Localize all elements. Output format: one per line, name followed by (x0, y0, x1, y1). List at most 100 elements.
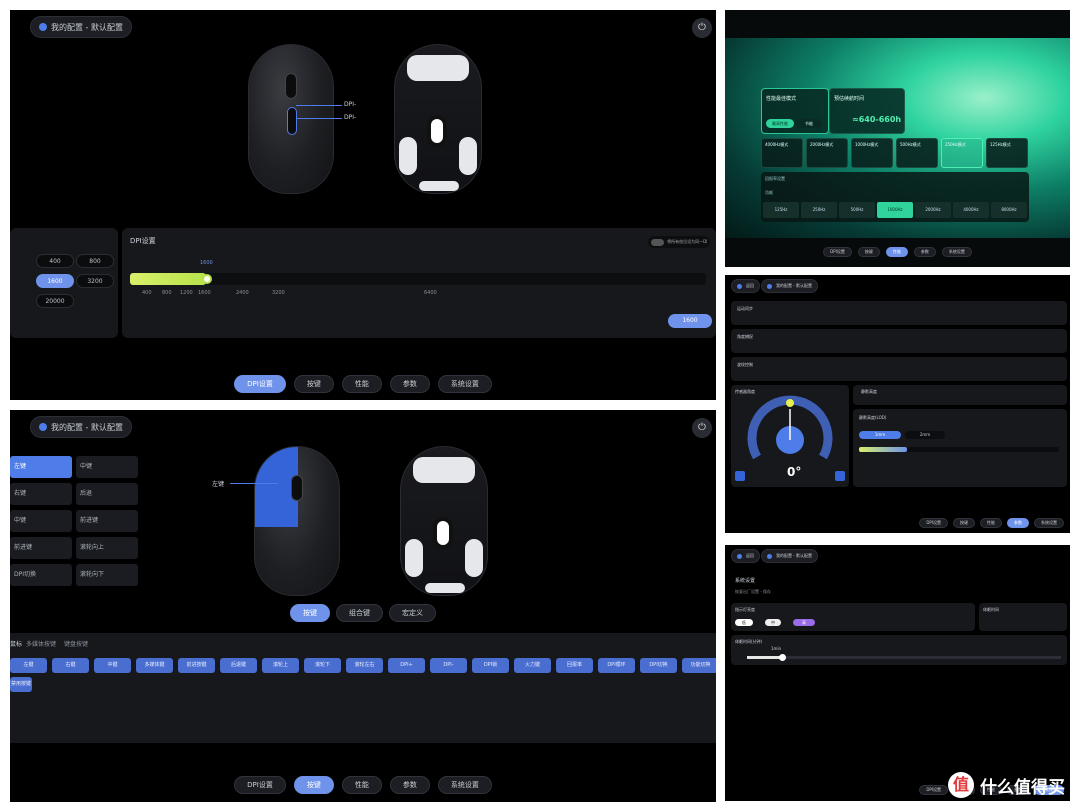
config-selector[interactable]: 我的配置 - 默认配置 (761, 279, 818, 293)
tab-performance[interactable]: 性能 (980, 518, 1002, 528)
tab-system[interactable]: 系统设置 (1034, 518, 1064, 528)
row-angle-snap[interactable]: 角度捕捉 (731, 329, 1067, 353)
tab-dpi[interactable]: DPI设置 (919, 518, 948, 528)
mode-card[interactable]: 500Hz模式 (896, 138, 938, 168)
tab-keys[interactable]: 按键 (953, 518, 975, 528)
config-selector[interactable]: 我的配置 - 默认配置 (30, 416, 132, 438)
tab-system[interactable]: 系统设置 (437, 776, 492, 794)
dpi-slider-track[interactable] (130, 273, 706, 285)
mode-card[interactable]: 2000Hz模式 (806, 138, 848, 168)
subtab-mouse[interactable]: 鼠标 (10, 639, 22, 648)
tab-system[interactable]: 系统设置 (941, 247, 972, 257)
key-option[interactable]: DPI锁 (472, 658, 509, 673)
tab-params[interactable]: 参数 (389, 776, 430, 794)
lod-2mm-button[interactable]: 2mm (905, 431, 945, 439)
side-btn-left-0[interactable]: 左键 (10, 456, 72, 478)
side-btn-left-4[interactable]: DPI切换 (10, 564, 72, 586)
dpi-slider-thumb[interactable] (202, 274, 212, 284)
key-option[interactable]: DPI切换 (640, 658, 677, 673)
tab-performance[interactable]: 性能 (885, 247, 908, 257)
mode-macro[interactable]: 宏定义 (389, 604, 436, 622)
key-option[interactable]: DPI循环 (598, 658, 635, 673)
key-option[interactable]: 后退键 (220, 658, 257, 673)
dpi-level-1[interactable]: 400 (36, 254, 74, 268)
angle-decrease-button[interactable] (735, 471, 745, 481)
back-chip[interactable]: 返回 (731, 279, 760, 293)
same-dpi-toggle[interactable]: 将所有档位设为同一DPI (648, 236, 710, 248)
tab-keys[interactable]: 按键 (857, 247, 880, 257)
mode-card[interactable]: 4000Hz模式 (761, 138, 803, 168)
key-option[interactable]: 前进按键 (178, 658, 215, 673)
subtab-media[interactable]: 多媒体按键 (26, 639, 56, 648)
tab-params[interactable]: 参数 (913, 247, 936, 257)
rate-option[interactable]: 2000Hz (915, 202, 951, 218)
side-btn-left-3[interactable]: 前进键 (10, 537, 72, 559)
side-btn-right-0[interactable]: 中键 (76, 456, 138, 478)
rate-option[interactable]: 125Hz (763, 202, 799, 218)
side-btn-right-1[interactable]: 后退 (76, 483, 138, 505)
light-low-button[interactable]: 低 (735, 619, 753, 626)
side-btn-left-1[interactable]: 右键 (10, 483, 72, 505)
tab-performance[interactable]: 性能 (341, 776, 382, 794)
tab-dpi[interactable]: DPI设置 (234, 375, 286, 393)
key-option[interactable]: 功能切换 (682, 658, 716, 673)
light-high-button[interactable]: 高 (793, 619, 815, 626)
side-btn-right-3[interactable]: 滚轮向上 (76, 537, 138, 559)
row-ripple[interactable]: 波纹控制 (731, 357, 1067, 381)
rate-option[interactable]: 4000Hz (953, 202, 989, 218)
key-option[interactable]: DPI- (430, 658, 467, 673)
row-motion-sync[interactable]: 运动同步 (731, 301, 1067, 325)
rate-option[interactable]: 500Hz (839, 202, 875, 218)
side-btn-right-4[interactable]: 滚轮向下 (76, 564, 138, 586)
key-option[interactable]: DPI+ (388, 658, 425, 673)
mode-card[interactable]: 250Hz模式 (941, 138, 983, 168)
light-mid-button[interactable]: 中 (765, 619, 781, 626)
rate-option[interactable]: 8000Hz (991, 202, 1027, 218)
key-option[interactable]: 滚轮下 (304, 658, 341, 673)
tab-params[interactable]: 参数 (389, 375, 430, 393)
key-option[interactable]: 滚轮左右 (346, 658, 383, 673)
tab-dpi[interactable]: DPI设置 (234, 776, 286, 794)
tab-performance[interactable]: 性能 (341, 375, 382, 393)
sleep-slider-thumb[interactable] (779, 654, 786, 661)
dpi-level-4[interactable]: 3200 (76, 274, 114, 288)
key-option[interactable]: 滚轮上 (262, 658, 299, 673)
subtab-keyboard[interactable]: 键盘按键 (64, 639, 88, 648)
side-btn-left-2[interactable]: 中键 (10, 510, 72, 532)
dpi-readout[interactable]: 1600 (668, 314, 712, 328)
config-selector[interactable]: 我的配置 - 默认配置 (761, 549, 818, 563)
back-chip[interactable]: 返回 (731, 549, 760, 563)
key-option[interactable]: 多媒体键 (136, 658, 173, 673)
lod-1mm-button[interactable]: 1mm (859, 431, 901, 439)
key-option[interactable]: 左键 (10, 658, 47, 673)
tab-dpi[interactable]: DPI设置 (823, 247, 852, 257)
power-icon[interactable]: ⏻ (692, 418, 712, 438)
tab-params[interactable]: 参数 (1007, 518, 1029, 528)
tab-keys[interactable]: 按键 (293, 375, 334, 393)
max-performance-button[interactable]: 最高性能 (766, 119, 794, 128)
key-option[interactable]: 中键 (94, 658, 131, 673)
mode-key[interactable]: 按键 (290, 604, 330, 622)
dpi-level-2[interactable]: 800 (76, 254, 114, 268)
dpi-level-3[interactable]: 1600 (36, 274, 74, 288)
sleep-slider[interactable] (747, 656, 1061, 659)
dpi-level-5[interactable]: 20000 (36, 294, 74, 308)
tab-dpi[interactable]: DPI设置 (919, 785, 948, 795)
angle-dial[interactable] (745, 395, 835, 465)
rate-option[interactable]: 1000Hz (877, 202, 913, 218)
power-save-button[interactable]: 节能 (796, 119, 822, 128)
tab-keys[interactable]: 按键 (293, 776, 334, 794)
key-option[interactable]: 回报率 (556, 658, 593, 673)
key-option[interactable]: 右键 (52, 658, 89, 673)
power-icon[interactable]: ⏻ (692, 18, 712, 38)
mode-card[interactable]: 1000Hz模式 (851, 138, 893, 168)
tab-system[interactable]: 系统设置 (437, 375, 492, 393)
key-disable[interactable]: 禁用按键 (10, 677, 32, 692)
rate-option[interactable]: 250Hz (801, 202, 837, 218)
key-option[interactable]: 火力键 (514, 658, 551, 673)
angle-increase-button[interactable] (835, 471, 845, 481)
lod-slider[interactable] (859, 447, 1059, 452)
mode-card[interactable]: 125Hz模式 (986, 138, 1028, 168)
side-btn-right-2[interactable]: 前进键 (76, 510, 138, 532)
mode-combo[interactable]: 组合键 (336, 604, 383, 622)
